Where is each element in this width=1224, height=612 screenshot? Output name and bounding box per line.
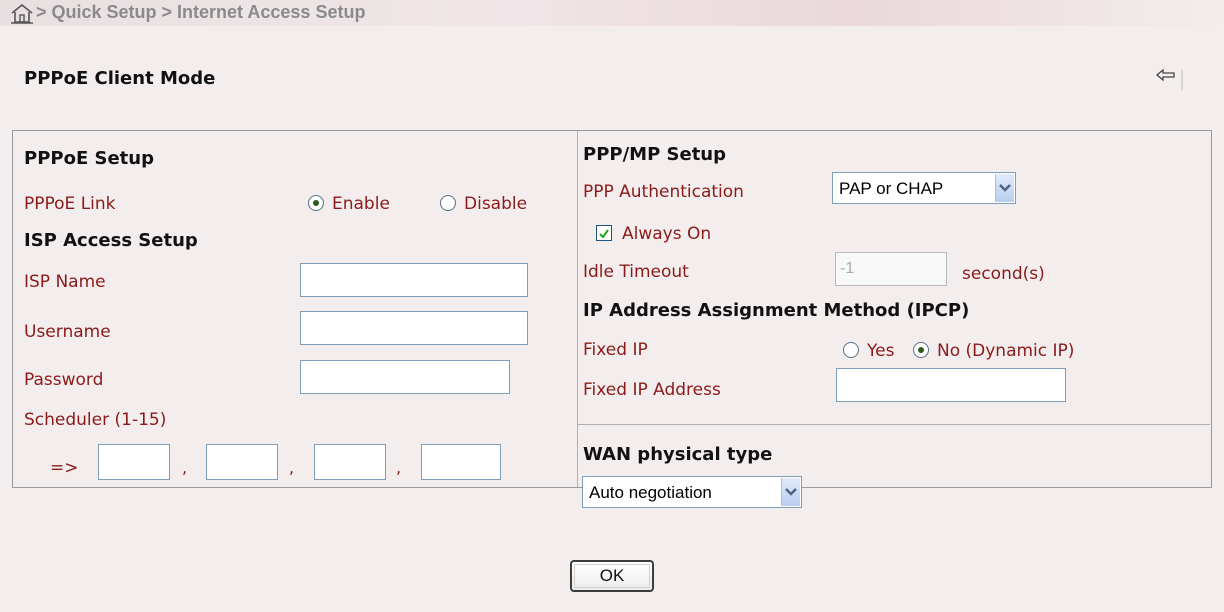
- username-label: Username: [24, 322, 111, 342]
- back-arrow-icon[interactable]: [1154, 66, 1184, 92]
- pppoe-setup-heading: PPPoE Setup: [24, 148, 154, 169]
- password-input[interactable]: [300, 360, 510, 394]
- fixed-ip-no-radio[interactable]: [913, 342, 929, 358]
- wan-physical-type-heading: WAN physical type: [583, 444, 773, 465]
- breadcrumb: > Quick Setup > Internet Access Setup: [0, 0, 1224, 26]
- isp-name-label: ISP Name: [24, 272, 106, 292]
- chevron-down-icon[interactable]: [995, 174, 1014, 202]
- scheduler-input-1[interactable]: [98, 444, 170, 480]
- scheduler-input-4[interactable]: [421, 444, 501, 480]
- password-label: Password: [24, 370, 104, 390]
- ok-button[interactable]: OK: [570, 560, 654, 592]
- isp-access-setup-heading: ISP Access Setup: [24, 230, 198, 251]
- fixed-ip-label: Fixed IP: [583, 340, 648, 360]
- idle-timeout-input[interactable]: [835, 252, 947, 286]
- chevron-down-icon[interactable]: [781, 478, 800, 506]
- section-divider: [578, 424, 1210, 425]
- scheduler-arrow: =>: [50, 458, 79, 478]
- page-title: PPPoE Client Mode: [24, 68, 216, 89]
- ppp-authentication-label: PPP Authentication: [583, 182, 744, 202]
- scheduler-input-3[interactable]: [314, 444, 386, 480]
- idle-timeout-unit: second(s): [962, 264, 1045, 284]
- scheduler-separator: ,: [289, 458, 295, 477]
- isp-name-input[interactable]: [300, 263, 528, 297]
- pppoe-link-enable-radio[interactable]: [308, 195, 324, 211]
- always-on-checkbox[interactable]: [596, 225, 612, 241]
- fixed-ip-address-input[interactable]: [836, 368, 1066, 402]
- idle-timeout-label: Idle Timeout: [583, 262, 689, 282]
- ipcp-heading: IP Address Assignment Method (IPCP): [583, 300, 970, 321]
- pppoe-link-label: PPPoE Link: [24, 194, 116, 214]
- checkmark-icon: [599, 229, 609, 239]
- pppoe-link-enable-label: Enable: [332, 194, 390, 214]
- fixed-ip-no-label: No (Dynamic IP): [937, 341, 1075, 361]
- home-icon[interactable]: [10, 2, 34, 24]
- username-input[interactable]: [300, 311, 528, 345]
- column-divider: [577, 131, 578, 487]
- fixed-ip-address-label: Fixed IP Address: [583, 380, 721, 400]
- wan-physical-type-value: Auto negotiation: [589, 483, 712, 502]
- always-on-label: Always On: [622, 224, 712, 244]
- pppoe-link-disable-label: Disable: [464, 194, 528, 214]
- scheduler-input-2[interactable]: [206, 444, 278, 480]
- ppp-mp-setup-heading: PPP/MP Setup: [583, 144, 726, 165]
- breadcrumb-path: > Quick Setup > Internet Access Setup: [36, 2, 366, 22]
- scheduler-separator: ,: [182, 458, 188, 477]
- ppp-authentication-value: PAP or CHAP: [839, 179, 944, 198]
- pppoe-link-disable-radio[interactable]: [440, 195, 456, 211]
- scheduler-separator: ,: [396, 458, 402, 477]
- fixed-ip-yes-radio[interactable]: [843, 342, 859, 358]
- scheduler-label: Scheduler (1-15): [24, 410, 167, 430]
- fixed-ip-yes-label: Yes: [867, 341, 895, 361]
- wan-physical-type-select[interactable]: Auto negotiation: [582, 476, 802, 508]
- ppp-authentication-select[interactable]: PAP or CHAP: [832, 172, 1016, 204]
